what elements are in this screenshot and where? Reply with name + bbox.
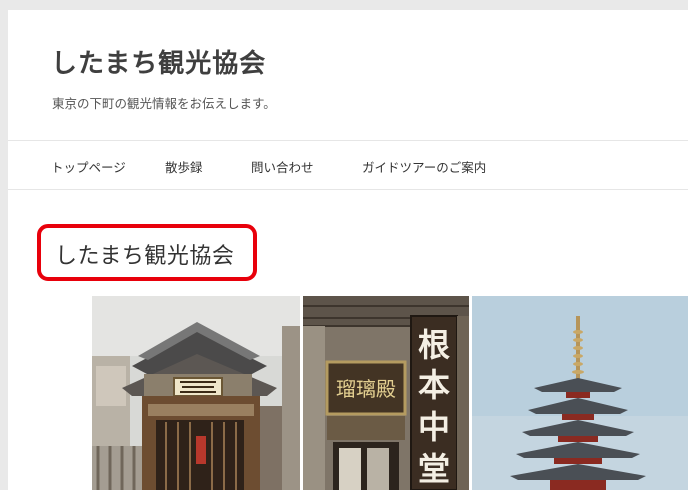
- nav-item-top-page[interactable]: トップページ: [51, 157, 126, 176]
- entry-title-highlight: したまち観光協会: [37, 224, 257, 281]
- signboard-char-1: 根: [418, 326, 450, 364]
- signboard-char-4: 堂: [418, 450, 450, 488]
- nav-item-contact[interactable]: 問い合わせ: [251, 157, 314, 176]
- page: したまち観光協会 東京の下町の観光情報をお伝えします。 トップページ 散歩録 問…: [8, 10, 688, 490]
- main-navigation: トップページ 散歩録 問い合わせ ガイドツアーのご案内: [8, 141, 688, 189]
- photo-five-story-pagoda[interactable]: [472, 296, 688, 490]
- entry-title[interactable]: したまち観光協会: [55, 238, 234, 270]
- nav-item-sanpo[interactable]: 散歩録: [165, 157, 203, 176]
- photo-temple-signboard[interactable]: 瑠璃殿 根 本 中 堂: [303, 296, 469, 490]
- site-description: 東京の下町の観光情報をお伝えします。: [52, 96, 276, 111]
- signboard-char-3: 中: [418, 408, 450, 446]
- photo-gallery: 瑠璃殿 根 本 中 堂: [92, 296, 688, 490]
- plaque-text: 瑠璃殿: [336, 377, 396, 401]
- site-title[interactable]: したまち観光協会: [51, 43, 266, 80]
- nav-bottom-divider: [8, 189, 688, 190]
- photo-temple-gate[interactable]: [92, 296, 300, 490]
- nav-item-guide-tour[interactable]: ガイドツアーのご案内: [362, 157, 486, 176]
- signboard-char-2: 本: [418, 366, 450, 404]
